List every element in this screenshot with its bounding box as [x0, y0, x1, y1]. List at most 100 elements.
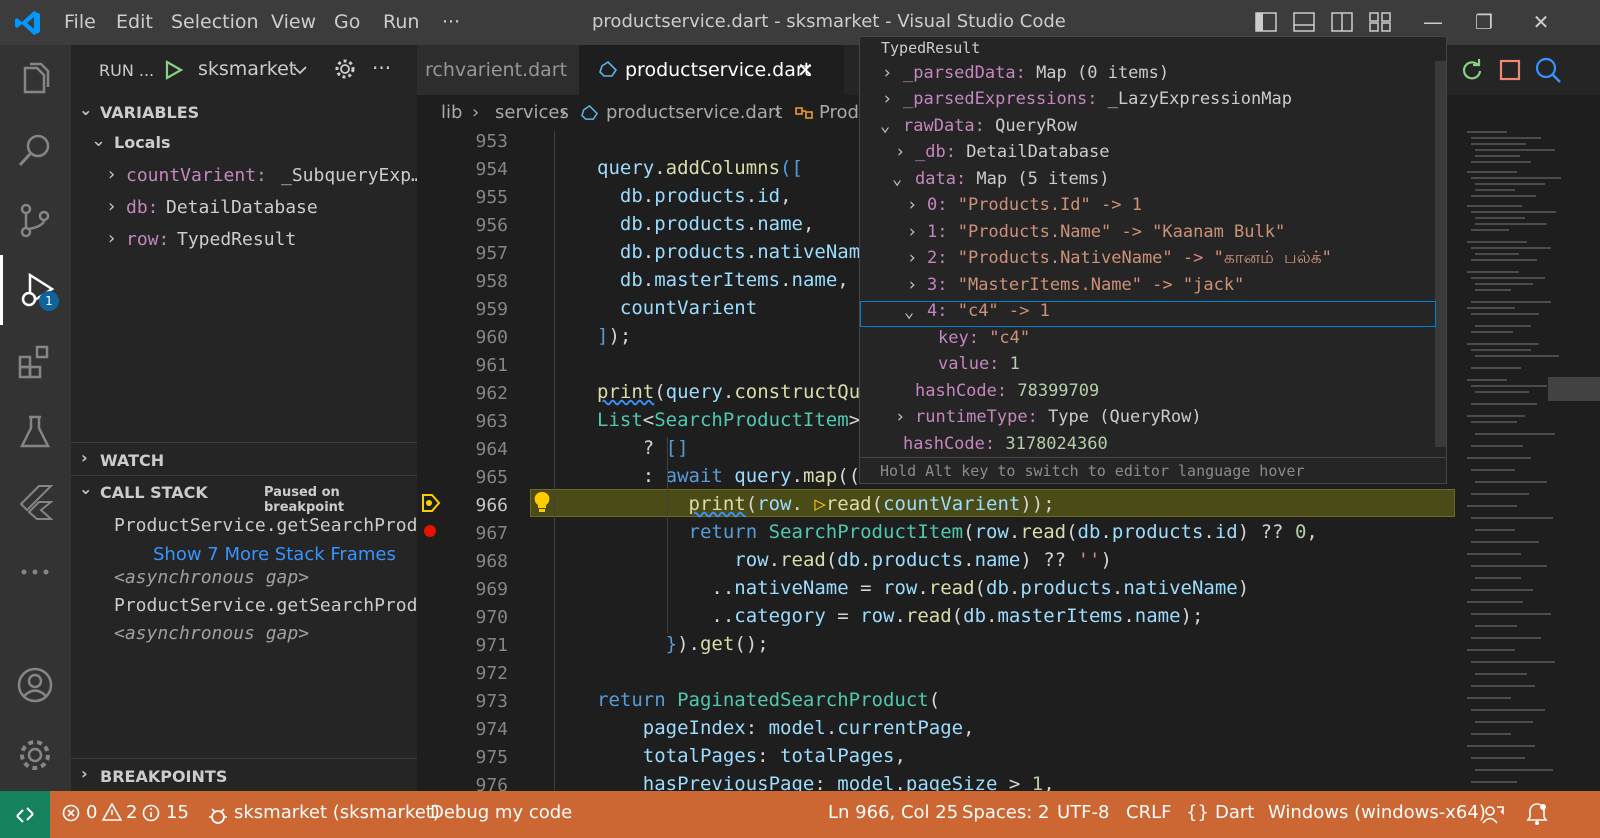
code-line: row.read(db.products.name) ?? '') — [734, 549, 1112, 571]
menu-file[interactable]: File — [64, 11, 96, 33]
line-number: 970 — [475, 607, 508, 628]
hover-scrollbar[interactable] — [1435, 61, 1446, 447]
hover-tree-item[interactable]: key: "c4" — [860, 328, 1436, 354]
breadcrumb-symbol[interactable]: Prod — [819, 102, 859, 123]
hover-tree-item[interactable]: › 1: "Products.Name" -> "Kaanam Bulk" — [860, 222, 1436, 248]
code-line: totalPages: totalPages, — [642, 745, 906, 767]
stop-icon[interactable] — [1499, 59, 1521, 81]
start-debugging-icon[interactable] — [165, 60, 183, 80]
menu-more[interactable]: ··· — [442, 11, 460, 33]
variable-row[interactable]: › row: TypedResult — [71, 225, 417, 257]
hover-tree-item[interactable]: › _parsedData: Map (0 items) — [860, 63, 1436, 89]
minimap[interactable] — [1455, 131, 1600, 791]
settings-gear-icon[interactable] — [0, 720, 71, 790]
info-icon — [142, 804, 160, 822]
customize-layout-icon[interactable] — [1369, 12, 1391, 32]
toggle-primary-sidebar-icon[interactable] — [1255, 12, 1277, 32]
target-platform[interactable]: Windows (windows-x64) — [1268, 802, 1486, 823]
code-line: db.masterItems.name, — [619, 269, 849, 291]
source-control-icon[interactable] — [0, 185, 71, 255]
account-icon[interactable] — [0, 650, 71, 720]
breadcrumb-file[interactable]: productservice.dart — [606, 102, 782, 123]
menu-run[interactable]: Run — [383, 11, 419, 33]
tab-searchvarient[interactable]: rchvarient.dart — [417, 45, 579, 95]
feedback-icon[interactable] — [1482, 803, 1504, 825]
callstack-section-header[interactable]: ⌄ CALL STACK Paused on breakpoint — [71, 478, 417, 515]
testing-icon[interactable] — [0, 397, 71, 467]
line-number: 960 — [475, 327, 508, 348]
watch-section-header[interactable]: › WATCH — [71, 446, 417, 476]
hover-tree-item[interactable]: › _db: DetailDatabase — [860, 142, 1436, 168]
hover-tree-item[interactable]: › 3: "MasterItems.Name" -> "jack" — [860, 275, 1436, 301]
variable-countvarient[interactable]: › countVarient: _SubqueryExp… — [71, 161, 417, 193]
notifications-bell-icon[interactable] — [1526, 802, 1548, 826]
cursor-position[interactable]: Ln 966, Col 25 — [828, 802, 958, 823]
close-window-button[interactable]: ✕ — [1526, 10, 1556, 34]
line-number: 962 — [475, 383, 508, 404]
debug-sidebar: RUN ... sksmarket ··· ⌄ VARIABLES ⌄ Loca… — [71, 45, 417, 805]
code-line: hasPreviousPage: model.pageSize > 1, — [642, 773, 1055, 791]
breakpoints-section-header[interactable]: › BREAKPOINTS — [71, 762, 417, 792]
line-number: 972 — [475, 663, 508, 684]
dart-file-icon — [581, 105, 598, 120]
indentation[interactable]: Spaces: 2 — [962, 802, 1049, 823]
menu-edit[interactable]: Edit — [116, 11, 153, 33]
hover-tree-item[interactable]: › 2: "Products.NativeName" -> "கானம் பல்க… — [860, 248, 1436, 274]
extensions-icon[interactable] — [0, 327, 71, 397]
breakpoint-icon[interactable] — [423, 524, 437, 538]
devtools-icon[interactable] — [1535, 57, 1561, 83]
vscode-logo-icon — [15, 11, 40, 35]
stack-frame[interactable]: ProductService.getSearchProdu — [71, 511, 417, 543]
line-ending[interactable]: CRLF — [1126, 802, 1171, 823]
debug-icon — [209, 808, 227, 824]
line-number: 971 — [475, 635, 508, 656]
more-icon[interactable] — [0, 537, 71, 607]
debug-hover-widget[interactable]: TypedResult › _parsedData: Map (0 items) … — [859, 36, 1447, 484]
debug-my-code-toggle[interactable]: Debug my code — [430, 802, 572, 823]
tab-productservice[interactable]: productservice.dart ✕ — [579, 45, 844, 95]
debug-target[interactable]: sksmarket (sksmarket) — [234, 802, 440, 823]
menu-selection[interactable]: Selection — [171, 11, 259, 33]
debug-badge: 1 — [39, 291, 59, 311]
restore-button[interactable]: ❐ — [1469, 10, 1499, 34]
locals-scope[interactable]: ⌄ Locals — [71, 130, 417, 162]
hover-tree-item[interactable]: ⌄ rawData: QueryRow — [860, 116, 1436, 142]
line-number: 956 — [475, 215, 508, 236]
remote-indicator[interactable] — [0, 791, 50, 838]
variables-section-header[interactable]: ⌄ VARIABLES — [71, 99, 417, 129]
launch-config-select[interactable]: sksmarket — [198, 58, 296, 80]
line-number: 974 — [475, 719, 508, 740]
language-mode[interactable]: Dart — [1215, 802, 1254, 823]
open-launch-json-gear-icon[interactable] — [334, 58, 356, 80]
chevron-down-icon[interactable] — [293, 65, 307, 75]
hover-tree-item[interactable]: ⌄ data: Map (5 items) — [860, 169, 1436, 195]
status-bar: 0 2 15 sksmarket (sksmarket) Debug my co… — [0, 791, 1600, 838]
flutter-icon[interactable] — [0, 467, 71, 537]
search-icon[interactable] — [0, 115, 71, 185]
explorer-icon[interactable] — [0, 45, 71, 115]
restart-icon[interactable] — [1461, 59, 1483, 81]
hover-tree-item[interactable]: hashCode: 78399709 — [860, 381, 1436, 407]
variable-db[interactable]: › db: DetailDatabase — [71, 193, 417, 225]
close-tab-icon[interactable]: ✕ — [797, 45, 814, 95]
menu-view[interactable]: View — [271, 11, 316, 33]
toggle-panel-icon[interactable] — [1293, 12, 1315, 32]
menu-go[interactable]: Go — [334, 11, 360, 33]
code-line: return PaginatedSearchProduct( — [597, 689, 941, 711]
breadcrumb-lib[interactable]: lib — [441, 102, 462, 123]
encoding[interactable]: UTF-8 — [1057, 802, 1109, 823]
minimize-button[interactable]: — — [1418, 10, 1448, 34]
hover-tree-item[interactable]: › _parsedExpressions: _LazyExpressionMap — [860, 89, 1436, 115]
hover-tree-item[interactable]: › 0: "Products.Id" -> 1 — [860, 195, 1436, 221]
hover-tree-item[interactable]: › runtimeType: Type (QueryRow) — [860, 407, 1436, 433]
hover-tree-item[interactable]: value: 1 — [860, 354, 1436, 380]
run-debug-icon[interactable]: 1 — [0, 255, 71, 325]
paused-execution-arrow-icon — [422, 494, 440, 512]
lightbulb-icon[interactable] — [533, 491, 551, 513]
breadcrumb-services[interactable]: services — [495, 102, 569, 123]
code-line: db.products.nativeNam — [619, 241, 861, 263]
more-actions-icon[interactable]: ··· — [372, 56, 391, 80]
async-gap: <asynchronous gap> — [114, 623, 310, 644]
hover-tree-item-selected[interactable]: ⌄ 4: "c4" -> 1 — [860, 301, 1436, 327]
toggle-secondary-sidebar-icon[interactable] — [1331, 12, 1353, 32]
